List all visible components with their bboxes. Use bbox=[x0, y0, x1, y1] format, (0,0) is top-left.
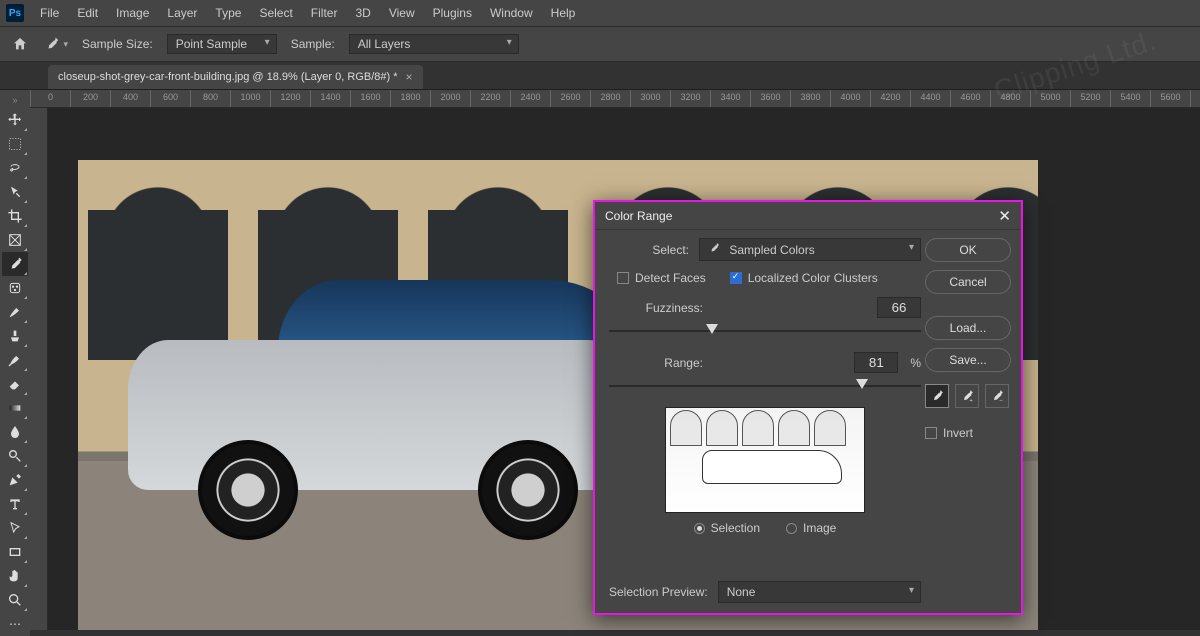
detect-faces-label: Detect Faces bbox=[635, 271, 706, 285]
range-input[interactable] bbox=[854, 352, 898, 373]
rectangle-tool[interactable] bbox=[2, 540, 28, 564]
gradient-tool[interactable] bbox=[2, 396, 28, 420]
menu-window[interactable]: Window bbox=[482, 2, 541, 24]
dialog-title: Color Range bbox=[605, 209, 672, 223]
menu-bar: Ps File Edit Image Layer Type Select Fil… bbox=[0, 0, 1200, 26]
range-slider[interactable] bbox=[609, 377, 921, 395]
expand-toolbox-icon[interactable]: » bbox=[9, 94, 21, 106]
history-brush-tool[interactable] bbox=[2, 348, 28, 372]
menu-plugins[interactable]: Plugins bbox=[425, 2, 480, 24]
fuzziness-label: Fuzziness: bbox=[609, 301, 703, 315]
pen-tool[interactable] bbox=[2, 468, 28, 492]
load-button[interactable]: Load... bbox=[925, 316, 1011, 340]
frame-tool[interactable] bbox=[2, 228, 28, 252]
menu-select[interactable]: Select bbox=[251, 2, 300, 24]
menu-filter[interactable]: Filter bbox=[303, 2, 346, 24]
localized-label: Localized Color Clusters bbox=[748, 271, 878, 285]
invert-label: Invert bbox=[943, 426, 973, 440]
invert-checkbox[interactable]: Invert bbox=[925, 426, 973, 440]
options-bar: ▾ Sample Size: Point Sample Sample: All … bbox=[0, 26, 1200, 62]
eyedropper-icon bbox=[708, 243, 723, 257]
menu-file[interactable]: File bbox=[32, 2, 67, 24]
ok-button[interactable]: OK bbox=[925, 238, 1011, 262]
marquee-tool[interactable] bbox=[2, 132, 28, 156]
home-icon[interactable] bbox=[10, 34, 30, 54]
hand-tool[interactable] bbox=[2, 564, 28, 588]
sample-size-select[interactable]: Point Sample bbox=[167, 34, 277, 54]
select-value: Sampled Colors bbox=[729, 243, 814, 257]
radio-image-label: Image bbox=[803, 521, 836, 535]
path-select-tool[interactable] bbox=[2, 516, 28, 540]
fuzziness-slider[interactable] bbox=[609, 322, 921, 340]
tool-panel: » ⋯ bbox=[0, 90, 30, 636]
crop-tool[interactable] bbox=[2, 204, 28, 228]
select-dropdown[interactable]: Sampled Colors bbox=[699, 238, 921, 261]
eraser-tool[interactable] bbox=[2, 372, 28, 396]
radio-selection[interactable]: Selection bbox=[694, 521, 760, 535]
selection-preview-dropdown[interactable]: None bbox=[718, 581, 921, 603]
menu-view[interactable]: View bbox=[381, 2, 423, 24]
fuzziness-input[interactable] bbox=[877, 297, 921, 318]
lasso-tool[interactable] bbox=[2, 156, 28, 180]
eyedropper-add-icon[interactable]: + bbox=[955, 384, 979, 408]
zoom-tool[interactable] bbox=[2, 588, 28, 612]
menu-help[interactable]: Help bbox=[543, 2, 584, 24]
eyedropper-icon[interactable] bbox=[925, 384, 949, 408]
preview-thumbnail[interactable] bbox=[665, 407, 865, 513]
menu-layer[interactable]: Layer bbox=[159, 2, 205, 24]
edit-toolbar[interactable]: ⋯ bbox=[2, 612, 28, 636]
healing-brush-tool[interactable] bbox=[2, 276, 28, 300]
color-range-dialog: Color Range ✕ Select: Sampled Colors Det… bbox=[593, 200, 1023, 615]
app-logo: Ps bbox=[6, 4, 24, 22]
eyedropper-tool-icon[interactable]: ▾ bbox=[44, 32, 68, 56]
radio-image[interactable]: Image bbox=[786, 521, 836, 535]
move-tool[interactable] bbox=[2, 108, 28, 132]
quick-select-tool[interactable] bbox=[2, 180, 28, 204]
save-button[interactable]: Save... bbox=[925, 348, 1011, 372]
document-tab[interactable]: closeup-shot-grey-car-front-building.jpg… bbox=[48, 65, 423, 89]
eyedropper-tool[interactable] bbox=[2, 252, 28, 276]
menu-edit[interactable]: Edit bbox=[69, 2, 106, 24]
eyedropper-subtract-icon[interactable]: − bbox=[985, 384, 1009, 408]
select-label: Select: bbox=[609, 243, 689, 257]
localized-clusters-checkbox[interactable]: Localized Color Clusters bbox=[730, 271, 878, 285]
close-icon[interactable]: × bbox=[406, 70, 413, 84]
document-tabs: closeup-shot-grey-car-front-building.jpg… bbox=[0, 62, 1200, 90]
ruler-vertical bbox=[30, 108, 48, 630]
selection-preview-label: Selection Preview: bbox=[609, 585, 708, 599]
sample-size-label: Sample Size: bbox=[82, 37, 153, 51]
close-icon[interactable]: ✕ bbox=[998, 207, 1011, 225]
detect-faces-checkbox[interactable]: Detect Faces bbox=[617, 271, 706, 285]
type-tool[interactable] bbox=[2, 492, 28, 516]
radio-selection-label: Selection bbox=[711, 521, 760, 535]
menu-type[interactable]: Type bbox=[207, 2, 249, 24]
ruler-horizontal: 0200400600800100012001400160018002000220… bbox=[30, 90, 1200, 108]
svg-text:+: + bbox=[969, 398, 973, 403]
sample-label: Sample: bbox=[291, 37, 335, 51]
svg-text:−: − bbox=[999, 398, 1003, 403]
clone-stamp-tool[interactable] bbox=[2, 324, 28, 348]
blur-tool[interactable] bbox=[2, 420, 28, 444]
range-unit: % bbox=[910, 356, 921, 370]
menu-3d[interactable]: 3D bbox=[347, 2, 378, 24]
dodge-tool[interactable] bbox=[2, 444, 28, 468]
cancel-button[interactable]: Cancel bbox=[925, 270, 1011, 294]
menu-image[interactable]: Image bbox=[108, 2, 157, 24]
sample-select[interactable]: All Layers bbox=[349, 34, 519, 54]
brush-tool[interactable] bbox=[2, 300, 28, 324]
document-tab-label: closeup-shot-grey-car-front-building.jpg… bbox=[58, 71, 398, 83]
range-label: Range: bbox=[609, 356, 703, 370]
